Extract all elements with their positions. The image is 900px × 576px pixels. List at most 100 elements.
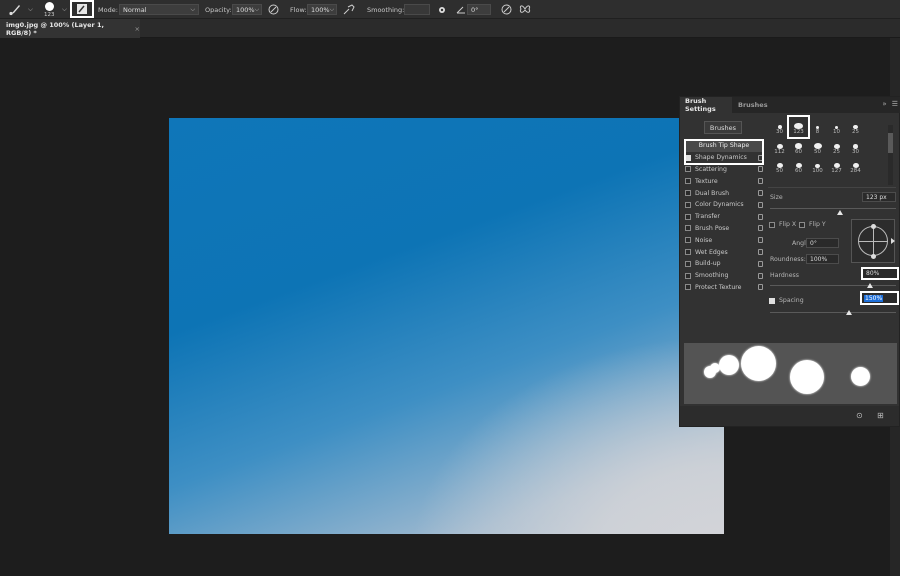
brush-preset-30[interactable]: 30 <box>848 139 863 155</box>
brush-preset-30[interactable]: 30 <box>772 119 787 135</box>
gear-icon[interactable] <box>437 0 447 19</box>
lock-icon[interactable] <box>758 178 763 185</box>
brush-option-texture[interactable]: Texture <box>685 175 763 187</box>
hardness-slider-handle[interactable] <box>867 283 873 288</box>
brush-option-brush-pose[interactable]: Brush Pose <box>685 223 763 235</box>
close-icon[interactable]: × <box>135 25 140 33</box>
brush-option-protect-texture[interactable]: Protect Texture <box>685 282 763 294</box>
brush-option-smoothing[interactable]: Smoothing <box>685 270 763 282</box>
brush-preset-123[interactable]: 123 <box>787 115 810 139</box>
new-brush-icon[interactable]: ⊞ <box>877 411 884 420</box>
brush-preset-127[interactable]: 127 <box>829 158 844 174</box>
brush-preset-100[interactable]: 100 <box>810 158 825 174</box>
brush-grid-scrollbar[interactable] <box>888 125 893 185</box>
lock-icon[interactable] <box>758 260 763 267</box>
lock-icon[interactable] <box>758 201 763 208</box>
opacity-field[interactable]: 100% ⌵ <box>232 4 262 15</box>
tab-brush-settings[interactable]: Brush Settings <box>680 97 732 113</box>
lock-icon[interactable] <box>758 249 763 256</box>
option-checkbox[interactable] <box>685 237 691 244</box>
brush-option-noise[interactable]: Noise <box>685 234 763 246</box>
size-field[interactable]: 123 px <box>862 192 896 202</box>
symmetry-butterfly-icon[interactable] <box>519 0 531 19</box>
brush-option-color-dynamics[interactable]: Color Dynamics <box>685 199 763 211</box>
lock-icon[interactable] <box>758 237 763 244</box>
tab-brushes[interactable]: Brushes <box>733 97 773 113</box>
panel-menu-icon[interactable]: ☰ <box>892 100 898 108</box>
brush-angle-field[interactable]: 0° <box>467 4 491 15</box>
brush-picker-chevron-icon[interactable]: ⌵ <box>62 0 67 19</box>
option-checkbox[interactable] <box>685 260 691 267</box>
option-checkbox[interactable] <box>685 225 691 232</box>
brush-option-scattering[interactable]: Scattering <box>685 164 763 176</box>
chevron-down-icon: ⌵ <box>254 5 260 13</box>
toggle-preview-icon[interactable]: ⊙ <box>856 411 863 420</box>
angle-field[interactable]: 0° <box>806 238 839 248</box>
brush-option-dual-brush[interactable]: Dual Brush <box>685 187 763 199</box>
lock-icon[interactable] <box>758 190 763 197</box>
roundness-value: 100% <box>810 255 828 263</box>
spacing-slider[interactable] <box>770 312 896 313</box>
brush-preset-60[interactable]: 60 <box>791 158 806 174</box>
hardness-slider[interactable] <box>770 285 896 286</box>
pressure-opacity-icon[interactable] <box>268 0 279 19</box>
brush-option-wet-edges[interactable]: Wet Edges <box>685 246 763 258</box>
document-canvas[interactable] <box>169 118 724 534</box>
smoothing-field[interactable] <box>404 4 430 15</box>
hardness-field[interactable]: 80% <box>861 267 899 280</box>
lock-icon[interactable] <box>758 213 763 220</box>
option-checkbox[interactable] <box>685 201 691 208</box>
option-checkbox[interactable] <box>685 272 691 279</box>
option-checkbox[interactable] <box>685 284 691 291</box>
brush-preset-8[interactable]: 8 <box>810 119 825 135</box>
brush-preset-112[interactable]: 112 <box>772 139 787 155</box>
lock-icon[interactable] <box>758 225 763 232</box>
spacing-field[interactable]: 150% <box>860 291 899 305</box>
brush-option-transfer[interactable]: Transfer <box>685 211 763 223</box>
size-slider-handle[interactable] <box>837 210 843 215</box>
spacing-checkbox[interactable]: Spacing <box>769 297 804 304</box>
chevron-down-icon: ⌵ <box>329 5 335 13</box>
option-label: Texture <box>695 177 718 185</box>
roundness-field[interactable]: 100% <box>806 254 839 264</box>
brush-preset-60[interactable]: 60 <box>791 139 806 155</box>
tool-preset-chevron-icon[interactable]: ⌵ <box>28 0 33 19</box>
collapse-panel-icon[interactable]: » <box>882 100 886 108</box>
brush-preset-size: 10 <box>833 129 840 135</box>
lock-icon[interactable] <box>758 272 763 279</box>
brush-preset-25[interactable]: 25 <box>848 119 863 135</box>
lock-icon[interactable] <box>758 166 763 173</box>
brush-preset-25[interactable]: 25 <box>829 139 844 155</box>
option-checkbox[interactable] <box>685 190 691 197</box>
airbrush-icon[interactable] <box>343 0 355 19</box>
pressure-size-icon[interactable] <box>501 0 512 19</box>
angle-roundness-widget[interactable] <box>851 219 895 263</box>
brush-preset-50[interactable]: 50 <box>772 158 787 174</box>
option-checkbox[interactable] <box>685 249 691 256</box>
roundness-label: Roundness: <box>770 256 806 263</box>
flip-y-checkbox[interactable]: Flip Y <box>799 221 826 228</box>
brush-preset-size: 60 <box>795 168 802 174</box>
brushes-button[interactable]: Brushes <box>704 121 742 134</box>
size-value: 123 px <box>866 193 887 201</box>
option-checkbox[interactable] <box>685 178 691 185</box>
option-checkbox[interactable] <box>685 166 691 173</box>
brush-preset-50[interactable]: 50 <box>810 139 825 155</box>
option-checkbox[interactable] <box>685 213 691 220</box>
brush-preset-picker[interactable]: 123 <box>44 0 55 19</box>
brush-preset-284[interactable]: 284 <box>848 158 863 174</box>
mode-select[interactable]: Normal ⌵ <box>119 4 199 15</box>
lock-icon[interactable] <box>758 284 763 291</box>
brush-preset-size: 50 <box>814 148 821 155</box>
brush-tool-icon[interactable] <box>8 0 22 19</box>
options-bar: ⌵ 123 ⌵ Mode: Normal ⌵ Opacity: 100% ⌵ Flo… <box>0 0 900 19</box>
flip-x-checkbox[interactable]: Flip X <box>769 221 796 228</box>
toggle-brush-settings-button[interactable] <box>70 0 94 18</box>
brush-preset-size: 25 <box>852 129 859 135</box>
flow-field[interactable]: 100% ⌵ <box>307 4 337 15</box>
brush-preset-10[interactable]: 10 <box>829 119 844 135</box>
document-tab[interactable]: img0.jpg @ 100% (Layer 1, RGB/8) * × <box>0 19 140 38</box>
size-slider[interactable] <box>770 208 896 209</box>
brush-option-build-up[interactable]: Build-up <box>685 258 763 270</box>
spacing-slider-handle[interactable] <box>846 310 852 315</box>
